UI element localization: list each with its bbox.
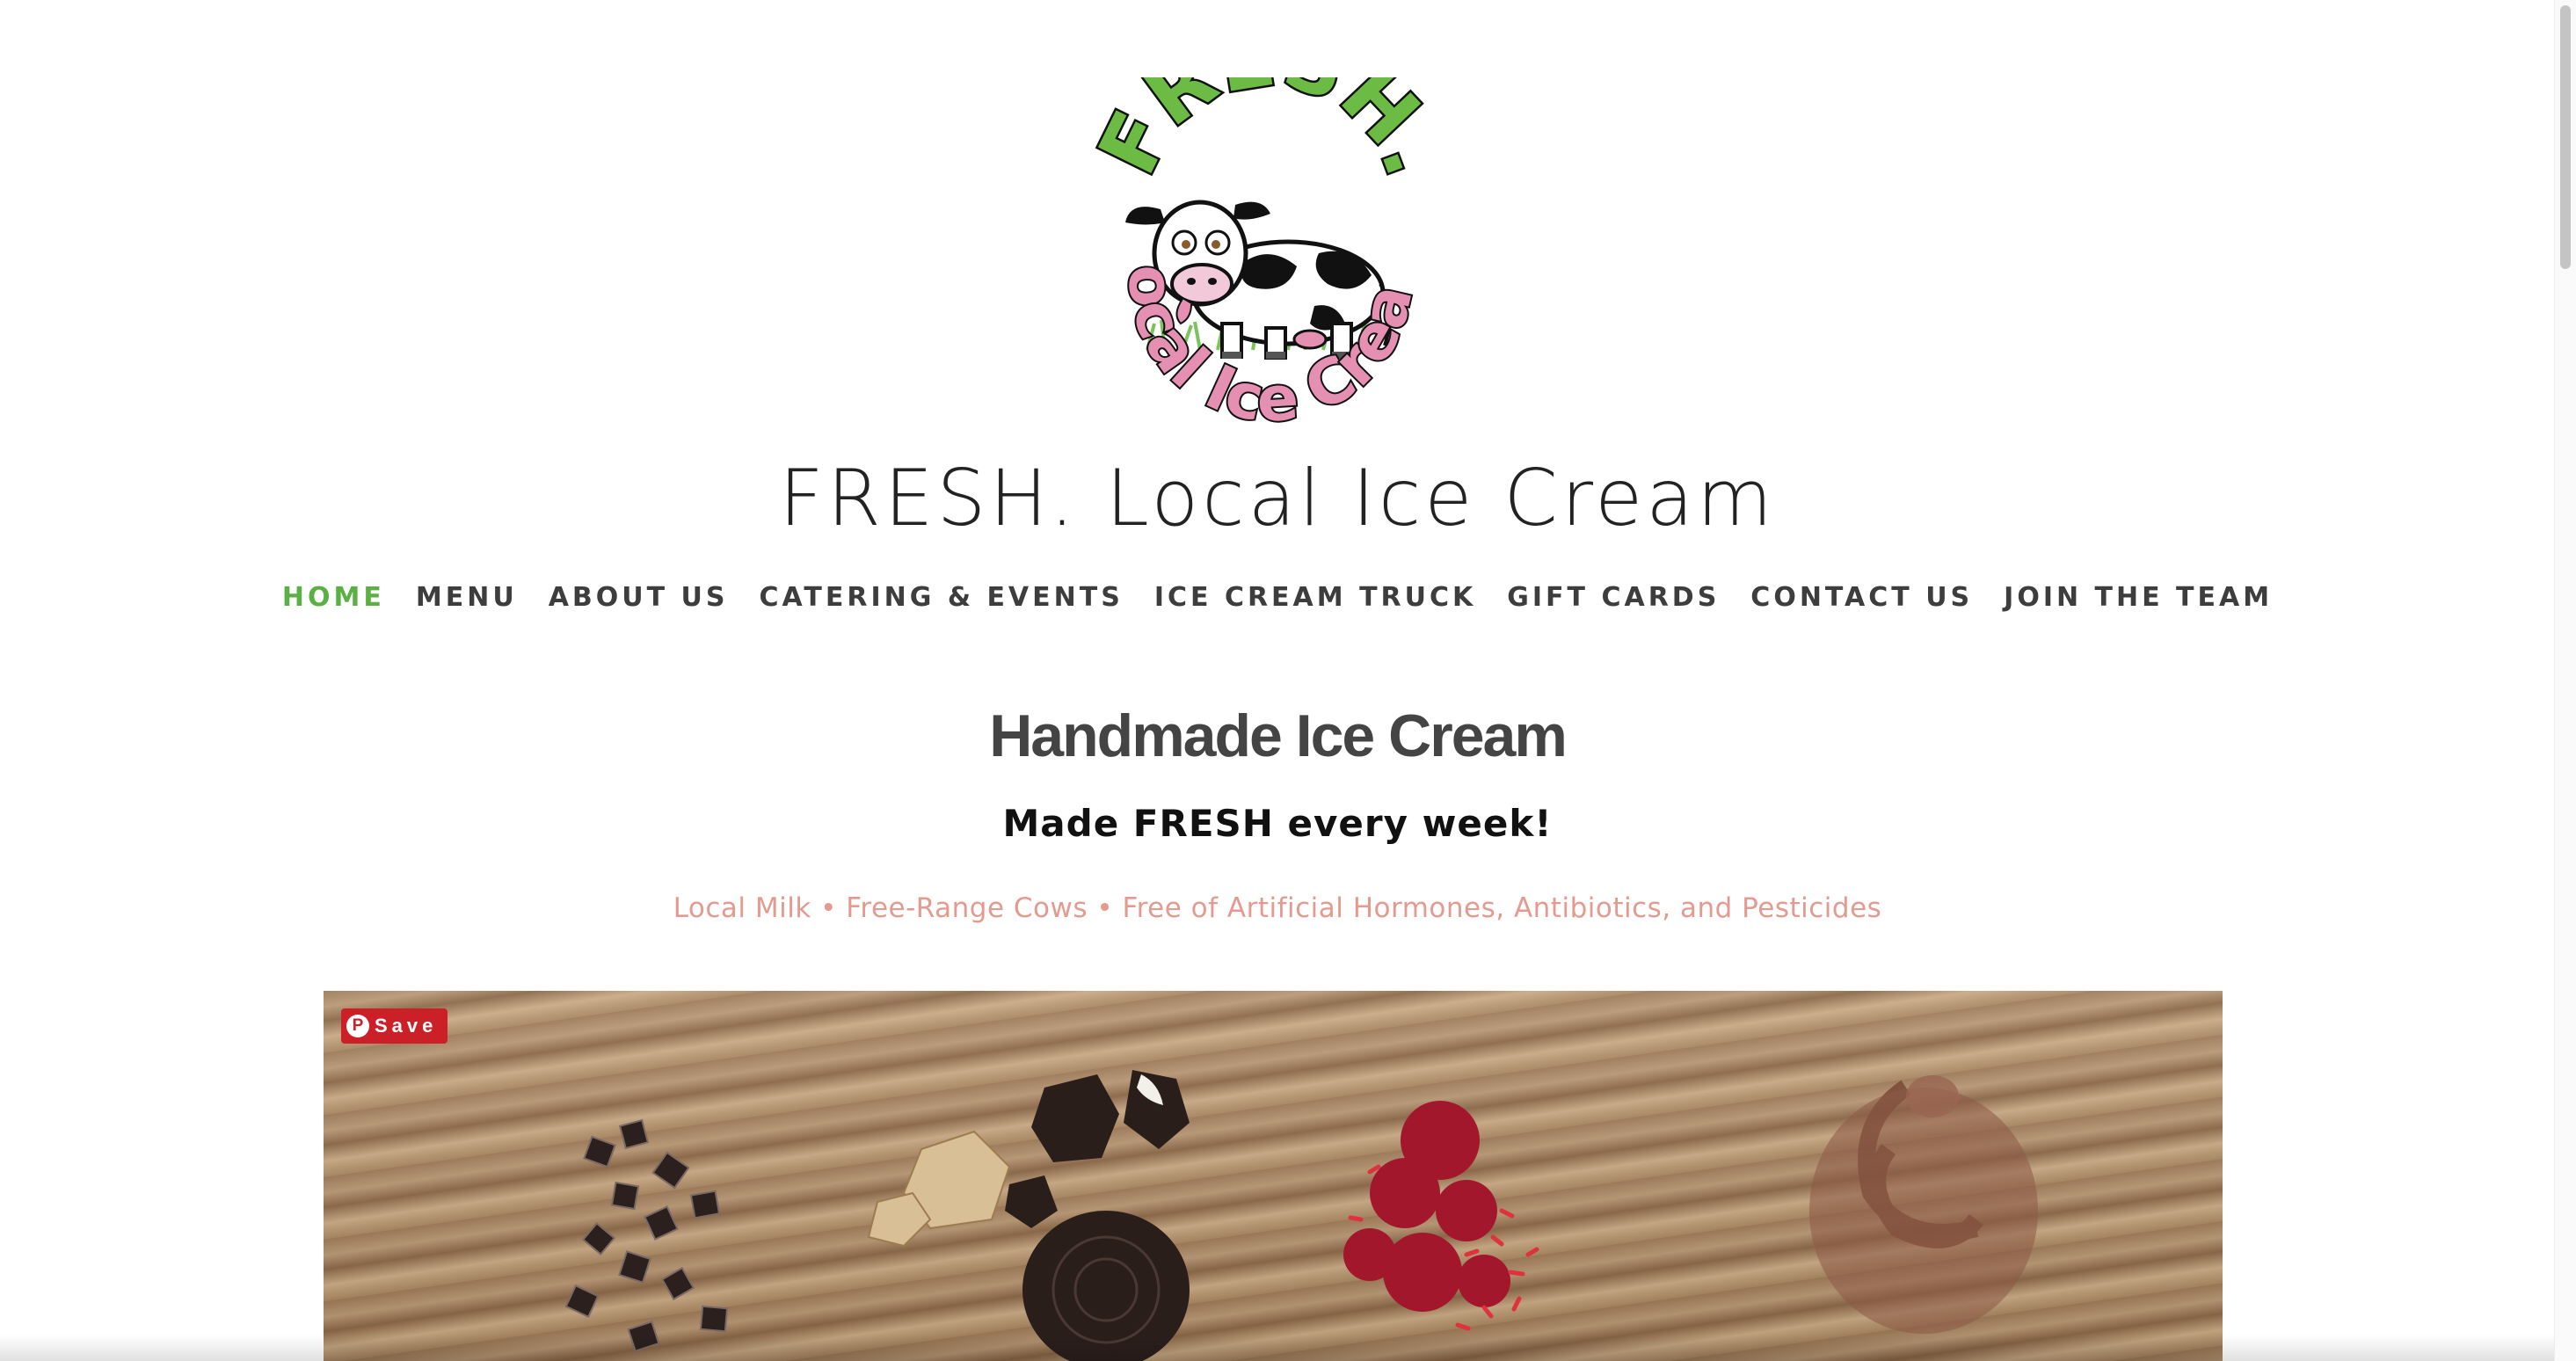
pinterest-save-button[interactable]: P Save [341,1008,448,1044]
nav-item-menu[interactable]: MENU [416,582,518,613]
page-subhead: Made FRESH every week! [1002,802,1553,845]
svg-text:FRESH.: FRESH. [1095,77,1446,188]
nav-item-join-the-team[interactable]: JOIN THE TEAM [2004,582,2273,613]
bottom-shadow [0,1335,2555,1361]
hero-image: P Save [324,991,2223,1361]
nav-item-home[interactable]: HOME [282,582,385,613]
nav-item-catering-events[interactable]: CATERING & EVENTS [760,582,1124,613]
main-nav: HOME MENU ABOUT US CATERING & EVENTS ICE… [0,582,2555,613]
nav-item-about-us[interactable]: ABOUT US [549,582,729,613]
vertical-scrollbar[interactable] [2554,0,2576,1361]
nav-item-ice-cream-truck[interactable]: ICE CREAM TRUCK [1154,582,1476,613]
pinterest-save-label: Save [375,1015,438,1037]
site-title[interactable]: FRESH. Local Ice Cream [0,453,2555,543]
nav-item-gift-cards[interactable]: GIFT CARDS [1507,582,1720,613]
pinterest-icon: P [346,1015,369,1037]
page: FRESH. [0,0,2555,1361]
hero-image-art [564,1070,2038,1361]
page-tagline: Local Milk • Free-Range Cows • Free of A… [673,892,1882,924]
cow-logo-icon: FRESH. [1061,7,1464,438]
page-headline: Handmade Ice Cream [989,702,1568,769]
scrollbar-thumb[interactable] [2560,5,2571,269]
site-logo[interactable]: FRESH. [1061,7,1464,438]
nav-item-contact-us[interactable]: CONTACT US [1750,582,1973,613]
